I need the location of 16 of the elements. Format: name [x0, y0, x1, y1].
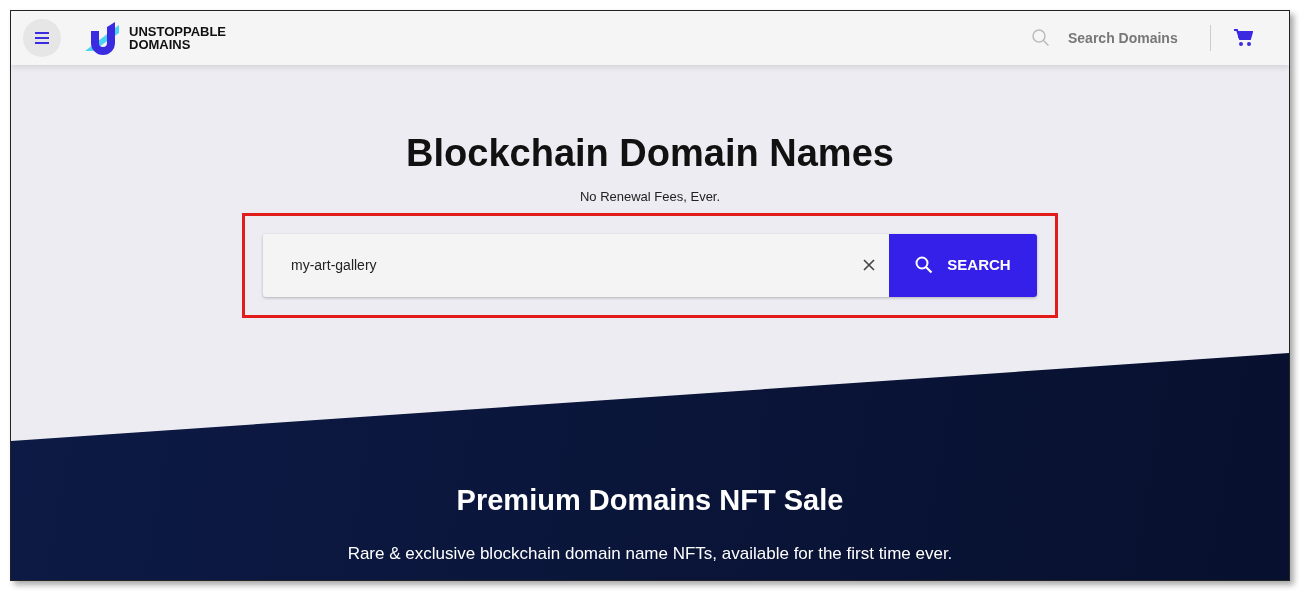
- logo-icon: [85, 21, 121, 55]
- search-icon: [1032, 29, 1050, 47]
- subtitle: No Renewal Fees, Ever.: [579, 188, 721, 206]
- clear-button[interactable]: [863, 259, 875, 271]
- search-field[interactable]: Search Domains: [1066, 26, 1196, 50]
- promo-subtitle: Rare & exclusive blockchain domain name NFTs, available for the first time ever.: [347, 542, 953, 565]
- page-title: Blockchain Domain Names: [406, 131, 894, 175]
- cart-icon[interactable]: [1233, 29, 1253, 47]
- search-button[interactable]: SEARCH: [889, 233, 1037, 297]
- menu-button[interactable]: [23, 19, 61, 57]
- promo-title: Premium Domains NFT Sale: [456, 483, 844, 518]
- close-icon: [863, 259, 875, 271]
- menu-icon: [34, 32, 50, 44]
- domain-search-field[interactable]: my-art-gallery SEARCH: [263, 233, 1037, 297]
- logo-text: UNSTOPPABLE DOMAINS: [129, 25, 227, 51]
- search-icon: [915, 256, 934, 274]
